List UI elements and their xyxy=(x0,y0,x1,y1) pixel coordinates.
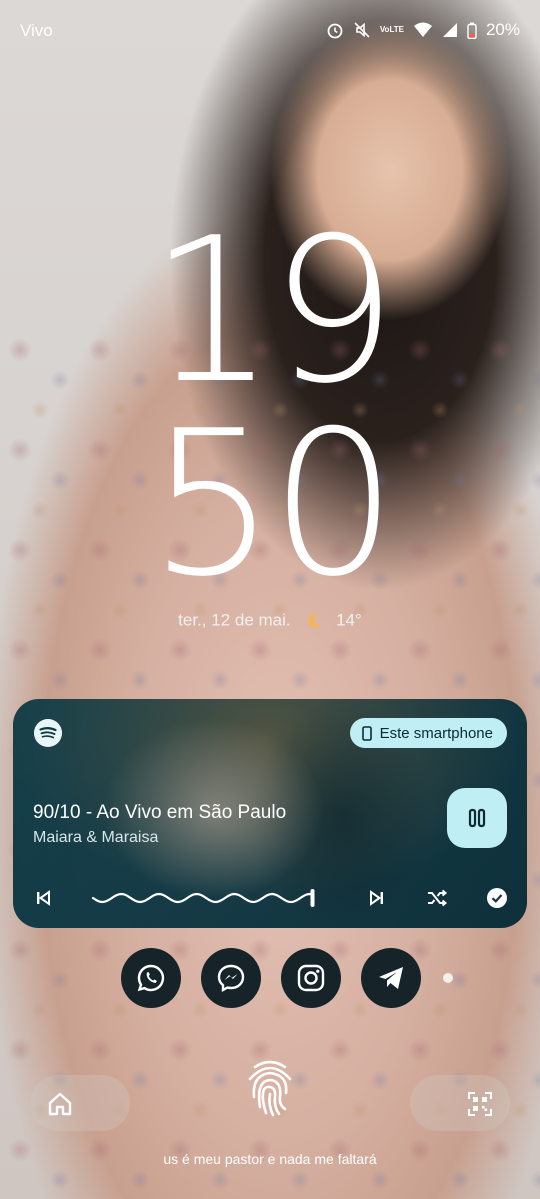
track-title: 90/10 - Ao Vivo em São Paulo xyxy=(33,802,287,823)
shuffle-icon xyxy=(428,889,448,907)
smartphone-icon xyxy=(361,725,372,741)
page-indicator xyxy=(443,973,453,983)
status-bar: Vivo VoLTE 20% xyxy=(0,0,540,64)
previous-button[interactable] xyxy=(28,883,58,913)
qr-code-icon xyxy=(468,1092,492,1116)
battery-icon xyxy=(467,22,477,39)
signal-icon xyxy=(442,23,457,37)
owner-info-text: us é meu pastor e nada me faltará xyxy=(163,1151,377,1167)
instagram-shortcut[interactable] xyxy=(281,948,341,1008)
pause-icon xyxy=(468,808,486,828)
track-artist: Maiara & Maraisa xyxy=(33,829,159,846)
qr-scanner-shortcut[interactable] xyxy=(458,1082,502,1126)
app-shortcuts xyxy=(121,948,421,1008)
whatsapp-icon xyxy=(137,964,165,992)
spotify-icon xyxy=(34,719,62,747)
home-shortcut[interactable] xyxy=(38,1082,82,1126)
home-icon xyxy=(48,1092,72,1116)
date-weather[interactable]: ter., 12 de mai. 14° xyxy=(0,610,540,631)
seek-bar[interactable] xyxy=(91,883,321,913)
seek-thumb xyxy=(310,889,315,907)
alarm-icon xyxy=(327,23,343,39)
output-device-chip[interactable]: Este smartphone xyxy=(349,718,507,748)
instagram-icon xyxy=(297,964,325,992)
messenger-shortcut[interactable] xyxy=(201,948,261,1008)
date-label: ter., 12 de mai. xyxy=(178,610,291,630)
messenger-icon xyxy=(217,964,245,993)
temperature-label: 14° xyxy=(336,610,362,630)
clock-hours: 19 xyxy=(148,195,398,428)
mute-icon xyxy=(354,22,370,38)
device-label: Este smartphone xyxy=(379,724,493,742)
telegram-icon xyxy=(379,967,403,989)
moon-icon xyxy=(308,613,322,628)
shuffle-button[interactable] xyxy=(422,883,452,913)
telegram-shortcut[interactable] xyxy=(361,948,421,1008)
pause-button[interactable] xyxy=(447,788,507,848)
carrier-label: Vivo xyxy=(20,21,53,40)
wifi-icon xyxy=(413,22,432,37)
media-player-card[interactable]: Este smartphone 90/10 - Ao Vivo em São P… xyxy=(13,699,527,928)
volte-icon: VoLTE xyxy=(379,25,404,34)
skip-next-icon xyxy=(370,890,383,906)
skip-previous-icon xyxy=(37,890,50,906)
media-controls xyxy=(13,883,527,913)
fingerprint-icon[interactable] xyxy=(245,1057,295,1117)
battery-percent: 20% xyxy=(485,20,520,39)
whatsapp-shortcut[interactable] xyxy=(121,948,181,1008)
check-circle-icon xyxy=(487,888,507,908)
saved-button[interactable] xyxy=(482,883,512,913)
status-icons: VoLTE 20% xyxy=(326,20,520,40)
next-button[interactable] xyxy=(362,883,392,913)
clock-minutes: 50 xyxy=(148,388,398,621)
